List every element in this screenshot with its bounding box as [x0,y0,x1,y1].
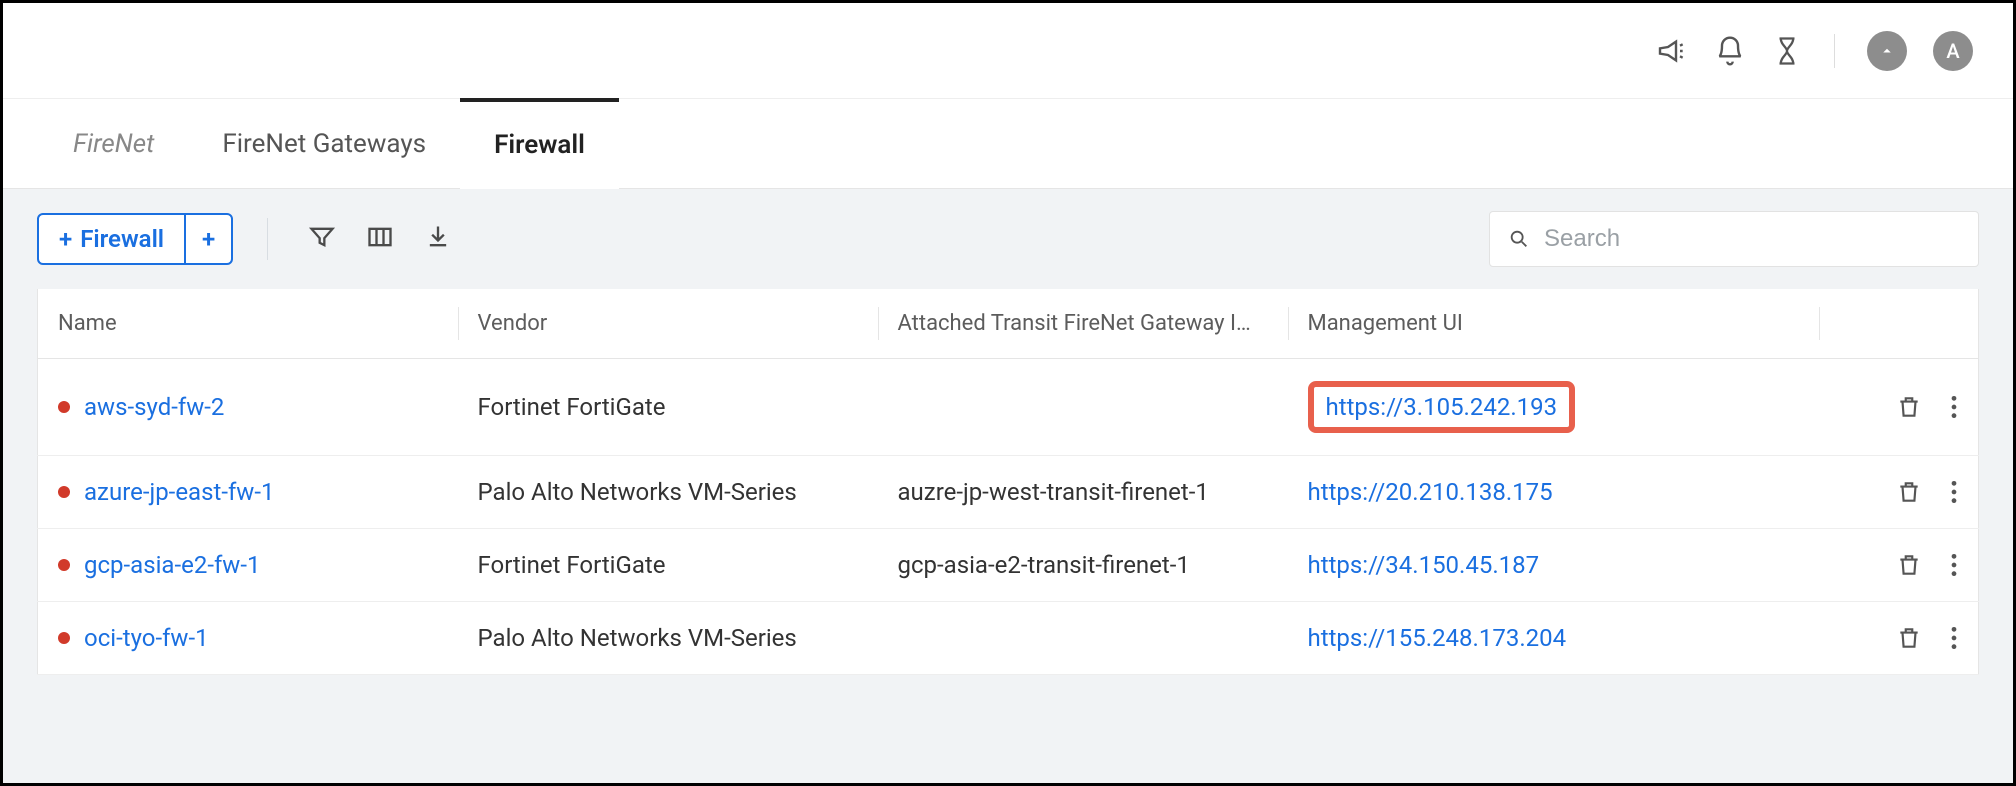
more-actions-icon[interactable] [1950,552,1958,578]
add-firewall-button[interactable]: + Firewall [39,215,184,263]
topbar: A [3,3,2013,99]
more-actions-icon[interactable] [1950,479,1958,505]
mgmt-cell: https://3.105.242.193 [1288,359,1819,456]
collapse-up-icon[interactable] [1867,31,1907,71]
gateway-cell: auzre-jp-west-transit-firenet-1 [878,456,1288,529]
tab-bar: FireNet FireNet Gateways Firewall [3,99,2013,189]
toolbar-divider [267,218,268,260]
mgmt-ui-link[interactable]: https://155.248.173.204 [1308,624,1567,652]
search-box[interactable] [1489,211,1979,267]
download-icon[interactable] [418,217,458,261]
tab-firenet[interactable]: FireNet [39,99,188,188]
more-actions-icon[interactable] [1950,394,1958,420]
user-avatar[interactable]: A [1933,31,1973,71]
vendor-cell: Fortinet FortiGate [458,359,878,456]
vendor-cell: Fortinet FortiGate [458,529,878,602]
plus-icon: + [59,225,72,253]
status-dot [58,486,70,498]
firewall-table-wrap: Name Vendor Attached Transit FireNet Gat… [3,289,2013,786]
more-actions-icon[interactable] [1950,625,1958,651]
delete-icon[interactable] [1896,552,1922,578]
highlight-box: https://3.105.242.193 [1308,381,1576,433]
gateway-cell [878,602,1288,675]
firewall-table: Name Vendor Attached Transit FireNet Gat… [37,289,1979,675]
column-header-vendor[interactable]: Vendor [458,289,878,359]
hourglass-icon[interactable] [1772,36,1802,66]
add-firewall-label: Firewall [80,225,164,253]
search-icon [1508,228,1530,250]
add-firewall-more-button[interactable]: + [184,215,231,263]
status-dot [58,401,70,413]
mgmt-cell: https://34.150.45.187 [1288,529,1819,602]
tab-firenet-gateways[interactable]: FireNet Gateways [188,99,460,188]
delete-icon[interactable] [1896,479,1922,505]
column-header-name[interactable]: Name [38,289,458,359]
table-row: azure-jp-east-fw-1 Palo Alto Networks VM… [38,456,1979,529]
mgmt-ui-link[interactable]: https://34.150.45.187 [1308,551,1540,579]
table-row: gcp-asia-e2-fw-1 Fortinet FortiGategcp-a… [38,529,1979,602]
status-dot [58,559,70,571]
add-firewall-button-group: + Firewall + [37,213,233,265]
table-row: oci-tyo-fw-1 Palo Alto Networks VM-Serie… [38,602,1979,675]
vendor-cell: Palo Alto Networks VM-Series [458,456,878,529]
vendor-cell: Palo Alto Networks VM-Series [458,602,878,675]
firewall-name-link[interactable]: oci-tyo-fw-1 [84,624,209,652]
table-row: aws-syd-fw-2 Fortinet FortiGate https://3… [38,359,1979,456]
status-dot [58,632,70,644]
columns-icon[interactable] [360,217,400,261]
toolbar: + Firewall + [3,189,2013,289]
topbar-divider [1834,34,1835,68]
column-header-gateway[interactable]: Attached Transit FireNet Gateway I… [878,289,1288,359]
megaphone-icon[interactable] [1656,35,1688,67]
firewall-name-link[interactable]: aws-syd-fw-2 [84,393,224,421]
firewall-name-link[interactable]: azure-jp-east-fw-1 [84,478,274,506]
column-header-mgmt[interactable]: Management UI [1288,289,1819,359]
delete-icon[interactable] [1896,625,1922,651]
delete-icon[interactable] [1896,394,1922,420]
bell-icon[interactable] [1714,35,1746,67]
tab-firewall[interactable]: Firewall [460,98,619,188]
mgmt-ui-link[interactable]: https://3.105.242.193 [1326,393,1558,421]
mgmt-ui-link[interactable]: https://20.210.138.175 [1308,478,1553,506]
mgmt-cell: https://20.210.138.175 [1288,456,1819,529]
mgmt-cell: https://155.248.173.204 [1288,602,1819,675]
column-header-actions [1819,289,1979,359]
search-input[interactable] [1542,224,1960,254]
gateway-cell [878,359,1288,456]
firewall-name-link[interactable]: gcp-asia-e2-fw-1 [84,551,260,579]
gateway-cell: gcp-asia-e2-transit-firenet-1 [878,529,1288,602]
filter-icon[interactable] [302,217,342,261]
